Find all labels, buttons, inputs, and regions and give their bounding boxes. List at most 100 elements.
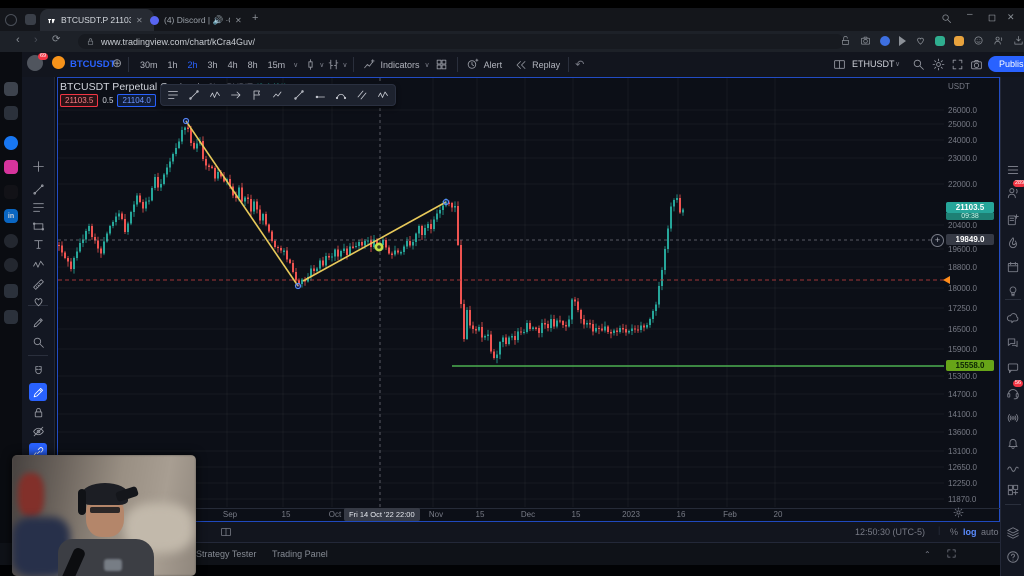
timeframe-button-1h[interactable]: 1h xyxy=(163,60,183,70)
alert-icon[interactable] xyxy=(464,56,482,74)
bar-style-icon[interactable] xyxy=(324,56,342,74)
undo-icon[interactable]: ↶ xyxy=(575,58,584,71)
pine-scripts-icon[interactable] xyxy=(1004,459,1022,477)
indicators-caret-icon[interactable]: ∨ xyxy=(422,61,433,69)
search-icon[interactable] xyxy=(912,58,925,71)
flag-icon[interactable] xyxy=(251,89,263,101)
buy-price-button[interactable]: 21104.0 xyxy=(117,94,156,107)
replay-icon[interactable] xyxy=(512,56,530,74)
publish-button[interactable]: Publish xyxy=(988,56,1024,72)
pane-button[interactable] xyxy=(220,526,232,538)
taskbar-icon-settings[interactable] xyxy=(4,310,18,324)
taskbar-icon-tiktok[interactable] xyxy=(4,185,18,199)
clock-text[interactable]: 12:50:30 (UTC-5) xyxy=(855,527,925,537)
timeframe-button-30m[interactable]: 30m xyxy=(135,60,163,70)
watchlist-icon[interactable] xyxy=(1004,161,1022,179)
log-scale-button[interactable]: log xyxy=(963,527,977,537)
taskbar-icon-3d[interactable] xyxy=(4,284,18,298)
symbol-button[interactable]: BTCUSDT xyxy=(70,59,115,70)
taskbar-icon-folder[interactable] xyxy=(4,82,18,96)
taskbar-icon-linkedin[interactable]: in xyxy=(4,209,18,223)
price-chart-canvas[interactable] xyxy=(55,77,1000,521)
timeframes-caret-icon[interactable]: ∨ xyxy=(290,61,301,69)
arrow-icon[interactable] xyxy=(230,89,242,101)
wave-tool-icon[interactable] xyxy=(29,255,47,273)
tab-strip-icon[interactable] xyxy=(25,14,36,25)
chart-pane[interactable]: BTCUSDT Perpetual Contract · 2h · BYBIT … xyxy=(55,77,1000,521)
private-chats-icon[interactable] xyxy=(1004,334,1022,352)
dom-icon[interactable] xyxy=(1004,481,1022,499)
polyline-icon[interactable] xyxy=(209,89,221,101)
pattern-icon[interactable] xyxy=(29,217,47,235)
timeframe-button-4h[interactable]: 4h xyxy=(223,60,243,70)
add-alert-plus-icon[interactable]: + xyxy=(931,234,944,247)
layout-symbol-button[interactable]: ETHUSDT xyxy=(852,59,895,69)
extension-icon-7[interactable] xyxy=(954,35,964,46)
extension-icon-smiley[interactable] xyxy=(973,35,984,46)
taskbar-icon-clock[interactable] xyxy=(4,258,18,272)
fullscreen-icon[interactable] xyxy=(951,58,964,71)
extension-icon-3[interactable] xyxy=(880,35,890,46)
trend-line-icon[interactable] xyxy=(29,180,47,198)
zoom-in-icon[interactable] xyxy=(29,333,47,351)
new-tab-button[interactable]: + xyxy=(252,12,258,24)
pattern-wave-icon[interactable] xyxy=(272,89,284,101)
forward-icon[interactable]: › xyxy=(34,34,38,46)
settings-gear-icon[interactable] xyxy=(932,58,945,71)
extension-icon-camera[interactable] xyxy=(860,35,871,46)
extension-icon-play[interactable] xyxy=(899,35,906,46)
replay-button[interactable]: Replay xyxy=(530,60,562,70)
candle-style-icon[interactable] xyxy=(301,56,319,74)
alerts-bell-icon[interactable] xyxy=(1004,434,1022,452)
timeframe-button-15m[interactable]: 15m xyxy=(263,60,291,70)
browser-profile-icon[interactable] xyxy=(5,14,17,26)
indicators-button[interactable]: Indicators xyxy=(378,60,421,70)
horizontal-ray-icon[interactable] xyxy=(314,89,326,101)
tab-trading-panel[interactable]: Trading Panel xyxy=(272,549,328,559)
cursor-cross-icon[interactable] xyxy=(29,157,47,175)
trend-line-icon[interactable] xyxy=(188,89,200,101)
taskbar-icon-chat[interactable] xyxy=(4,106,18,120)
text-tool-icon[interactable] xyxy=(29,235,47,253)
grid-layout-icon[interactable] xyxy=(433,56,451,74)
alert-button[interactable]: Alert xyxy=(482,60,505,70)
tab-close-icon[interactable]: ✕ xyxy=(235,16,242,25)
trendlines-group-icon[interactable] xyxy=(167,89,179,101)
snapshot-camera-icon[interactable] xyxy=(970,58,983,71)
parallel-channel-icon[interactable] xyxy=(356,89,368,101)
taskbar-icon-messenger[interactable] xyxy=(4,136,18,150)
measure-icon[interactable] xyxy=(29,275,47,293)
extension-icon-tray[interactable] xyxy=(1013,35,1024,46)
timeframe-button-8h[interactable]: 8h xyxy=(243,60,263,70)
news-icon[interactable] xyxy=(1004,211,1022,229)
browser-tab-active[interactable]: BTCUSDT.P 21103.5 ▲ +1.0 ✕ xyxy=(40,9,154,31)
taskbar-icon-record[interactable] xyxy=(4,234,18,248)
object-tree-icon[interactable] xyxy=(1004,524,1022,542)
taskbar-icon-instagram[interactable] xyxy=(4,160,18,174)
extension-icon-6[interactable] xyxy=(935,35,945,46)
timeframe-button-3h[interactable]: 3h xyxy=(203,60,223,70)
extension-icon-share[interactable] xyxy=(840,35,851,46)
time-axis[interactable]: Sep 15 Oct Nov 15 Dec 15 2023 16 Feb 20 Fri 14 Oct … xyxy=(55,508,1000,522)
back-icon[interactable]: ‹ xyxy=(16,34,20,46)
ray-icon[interactable] xyxy=(293,89,305,101)
auto-scale-button[interactable]: auto xyxy=(981,527,999,537)
close-button[interactable]: ✕ xyxy=(1007,12,1015,23)
emoji-heart-icon[interactable] xyxy=(29,292,47,310)
extension-icon-person[interactable] xyxy=(993,35,1004,46)
percent-scale-button[interactable]: % xyxy=(950,527,958,537)
drawing-mode-icon[interactable] xyxy=(29,383,47,401)
minimize-button[interactable]: – xyxy=(967,9,973,20)
maximize-button[interactable] xyxy=(987,13,997,23)
hotlists-icon[interactable] xyxy=(1004,234,1022,252)
zigzag-icon[interactable] xyxy=(377,89,389,101)
sell-price-button[interactable]: 21103.5 xyxy=(60,94,99,107)
comments-icon[interactable] xyxy=(1004,359,1022,377)
timeframe-button-2h[interactable]: 2h xyxy=(183,60,203,70)
magnet-icon[interactable] xyxy=(29,362,47,380)
layout-caret-icon[interactable]: ∨ xyxy=(895,60,900,68)
brush-icon[interactable] xyxy=(29,313,47,331)
streams-icon[interactable] xyxy=(1004,409,1022,427)
bars-caret-icon[interactable]: ∨ xyxy=(342,61,347,69)
address-bar[interactable]: www.tradingview.com/chart/kCra4Guv/ xyxy=(78,34,844,49)
